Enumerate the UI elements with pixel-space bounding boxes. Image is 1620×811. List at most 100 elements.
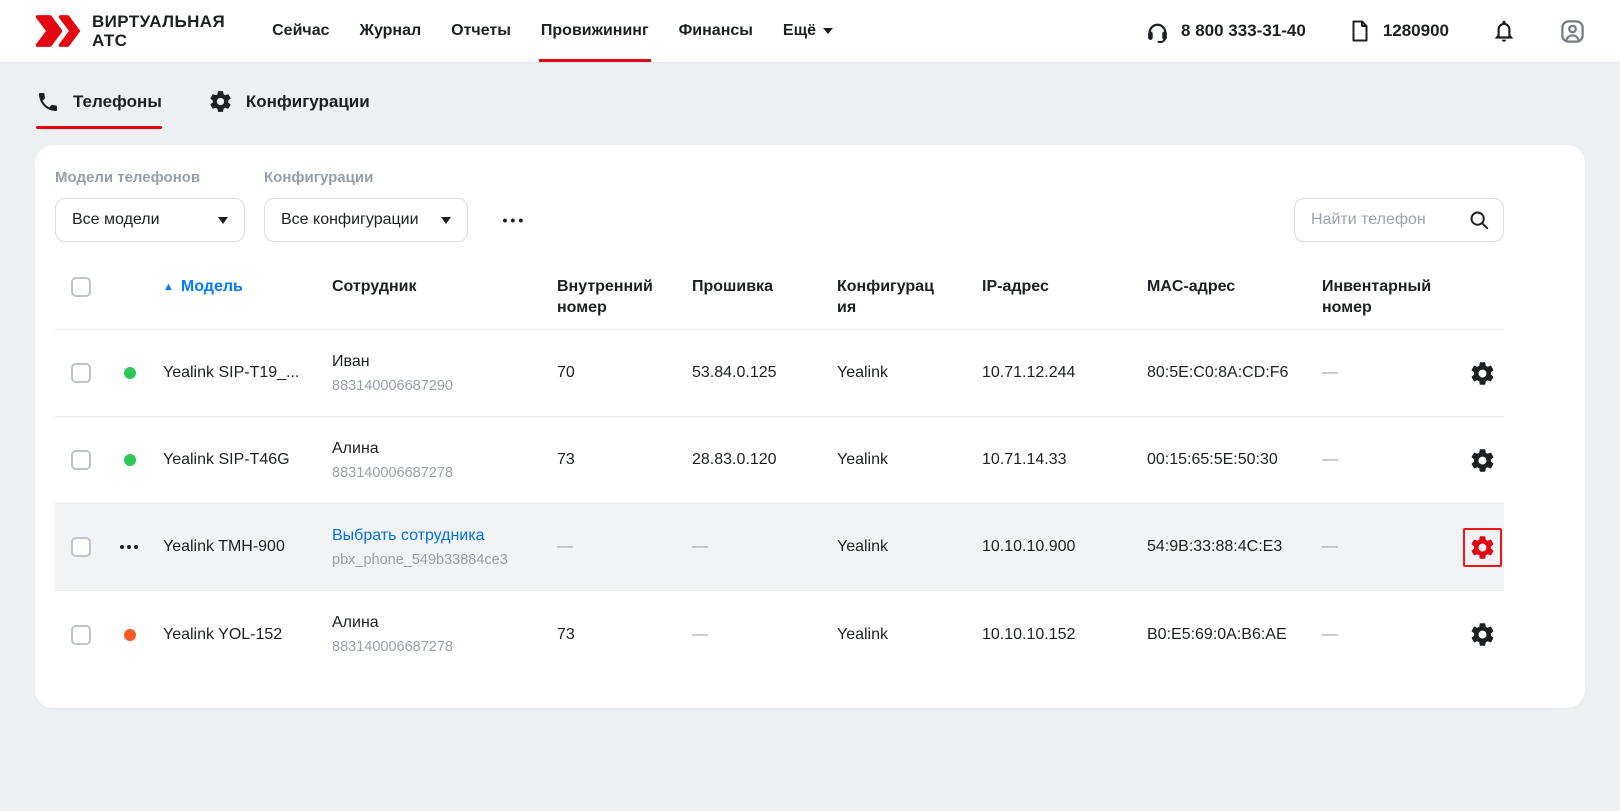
gear-icon <box>1469 621 1496 648</box>
gear-icon <box>1469 360 1496 387</box>
cell-ip: 10.71.12.244 <box>982 364 1147 382</box>
employee-name: Алина <box>332 440 557 458</box>
support-phone[interactable]: 8 800 333-31-40 <box>1145 19 1306 44</box>
cell-model: Yealink YOL-152 <box>163 626 332 644</box>
nav-more-label: Ещё <box>783 22 816 40</box>
row-settings-button[interactable] <box>1469 447 1496 474</box>
cell-employee: Алина 883140006687278 <box>332 614 557 655</box>
nav-more[interactable]: Ещё <box>768 0 848 62</box>
cell-mac: 80:5E:C0:8A:CD:F6 <box>1147 364 1322 382</box>
chevron-down-icon <box>441 217 451 224</box>
nav-reports[interactable]: Отчеты <box>436 0 526 62</box>
select-all-checkbox[interactable] <box>71 277 91 297</box>
top-bar: ВИРТУАЛЬНАЯ АТС Сейчас Журнал Отчеты Про… <box>0 0 1620 62</box>
models-select-value: Все модели <box>72 211 160 229</box>
configurations-select-value: Все конфигурации <box>281 211 419 229</box>
column-header-extension: Внутренний номер <box>557 277 675 319</box>
cell-firmware: 28.83.0.120 <box>692 451 837 469</box>
phone-internal-id: pbx_phone_549b33884ce3 <box>332 552 557 568</box>
cell-configuration: Yealink <box>837 538 982 556</box>
filter-models: Модели телефонов Все модели <box>55 167 245 242</box>
status-online-icon <box>124 454 136 466</box>
search-input[interactable] <box>1311 211 1468 229</box>
column-header-configuration: Конфигурация <box>837 277 941 319</box>
column-header-model-label: Модель <box>181 277 243 298</box>
row-settings-button[interactable] <box>1469 621 1496 648</box>
table-row-highlighted: Yealink TMH-900 Выбрать сотрудника pbx_p… <box>55 504 1504 591</box>
cell-firmware: — <box>692 626 837 644</box>
cell-configuration: Yealink <box>837 451 982 469</box>
nav-provisioning[interactable]: Провижининг <box>526 0 664 62</box>
avatar-icon <box>1559 18 1586 45</box>
row-checkbox[interactable] <box>71 625 91 645</box>
table-row: Yealink SIP-T19_... Иван 883140006687290… <box>55 330 1504 417</box>
section-tabs: Телефоны Конфигурации <box>0 62 1620 129</box>
chevron-down-icon <box>823 28 833 34</box>
configurations-select[interactable]: Все конфигурации <box>264 198 468 242</box>
status-online-icon <box>124 367 136 379</box>
column-header-inventory: Инвентарный номер <box>1322 277 1440 319</box>
filter-configurations-label: Конфигурации <box>264 169 468 186</box>
logo-line-2: АТС <box>92 31 225 50</box>
filter-configurations: Конфигурации Все конфигурации <box>264 167 468 242</box>
support-phone-number: 8 800 333-31-40 <box>1181 21 1306 41</box>
choose-employee-link[interactable]: Выбрать сотрудника <box>332 527 557 545</box>
row-settings-button[interactable] <box>1469 534 1496 561</box>
cell-mac: 00:15:65:5E:50:30 <box>1147 451 1322 469</box>
row-checkbox[interactable] <box>71 363 91 383</box>
logo-line-1: ВИРТУАЛЬНАЯ <box>92 12 225 31</box>
cell-inventory: — <box>1322 364 1460 382</box>
document-icon <box>1348 19 1372 43</box>
row-checkbox[interactable] <box>71 450 91 470</box>
cell-extension: 73 <box>557 451 692 469</box>
tab-phones[interactable]: Телефоны <box>36 89 162 129</box>
brand-logo-text: ВИРТУАЛЬНАЯ АТС <box>92 12 225 50</box>
nav-finance[interactable]: Финансы <box>664 0 768 62</box>
tab-configurations[interactable]: Конфигурации <box>208 89 370 129</box>
column-header-mac: MAC-адрес <box>1147 277 1322 298</box>
row-settings-button[interactable] <box>1469 360 1496 387</box>
cell-employee: Иван 883140006687290 <box>332 353 557 394</box>
brand-logo-icon <box>34 11 80 51</box>
cell-model: Yealink SIP-T46G <box>163 451 332 469</box>
employee-name: Иван <box>332 353 557 371</box>
tab-phones-label: Телефоны <box>73 92 162 112</box>
cell-configuration: Yealink <box>837 364 982 382</box>
cell-inventory: — <box>1322 538 1460 556</box>
cell-ip: 10.71.14.33 <box>982 451 1147 469</box>
notifications-button[interactable] <box>1491 18 1517 44</box>
column-header-model[interactable]: ▲ Модель <box>163 277 332 298</box>
main-card: Модели телефонов Все модели Конфигурации… <box>35 145 1585 708</box>
status-pending-icon <box>120 545 138 549</box>
gear-icon <box>208 89 233 114</box>
employee-id: 883140006687278 <box>332 465 557 481</box>
top-bar-right: 8 800 333-31-40 1280900 <box>1145 18 1586 45</box>
cell-firmware: 53.84.0.125 <box>692 364 837 382</box>
more-filters-button[interactable]: ••• <box>503 212 527 228</box>
employee-name: Алина <box>332 614 557 632</box>
nav-journal[interactable]: Журнал <box>344 0 436 62</box>
cell-extension: 73 <box>557 626 692 644</box>
search-icon[interactable] <box>1468 209 1490 231</box>
profile-button[interactable] <box>1559 18 1586 45</box>
gear-icon <box>1469 534 1496 561</box>
cell-firmware: — <box>692 538 837 556</box>
annotation-highlight-box <box>1463 528 1502 567</box>
models-select[interactable]: Все модели <box>55 198 245 242</box>
filter-models-label: Модели телефонов <box>55 169 245 186</box>
cell-employee: Выбрать сотрудника pbx_phone_549b33884ce… <box>332 527 557 568</box>
phone-icon <box>36 90 60 114</box>
status-error-icon <box>124 629 136 641</box>
row-checkbox[interactable] <box>71 537 91 557</box>
chevron-down-icon <box>218 217 228 224</box>
account-number[interactable]: 1280900 <box>1348 19 1449 43</box>
brand-logo[interactable]: ВИРТУАЛЬНАЯ АТС <box>34 11 225 51</box>
cell-mac: B0:E5:69:0A:B6:AE <box>1147 626 1322 644</box>
cell-ip: 10.10.10.152 <box>982 626 1147 644</box>
main-navigation: Сейчас Журнал Отчеты Провижининг Финансы… <box>257 0 848 62</box>
bell-icon <box>1491 18 1517 44</box>
nav-now[interactable]: Сейчас <box>257 0 344 62</box>
headset-icon <box>1145 19 1170 44</box>
column-header-employee: Сотрудник <box>332 277 557 298</box>
filters-bar: Модели телефонов Все модели Конфигурации… <box>55 167 1565 242</box>
